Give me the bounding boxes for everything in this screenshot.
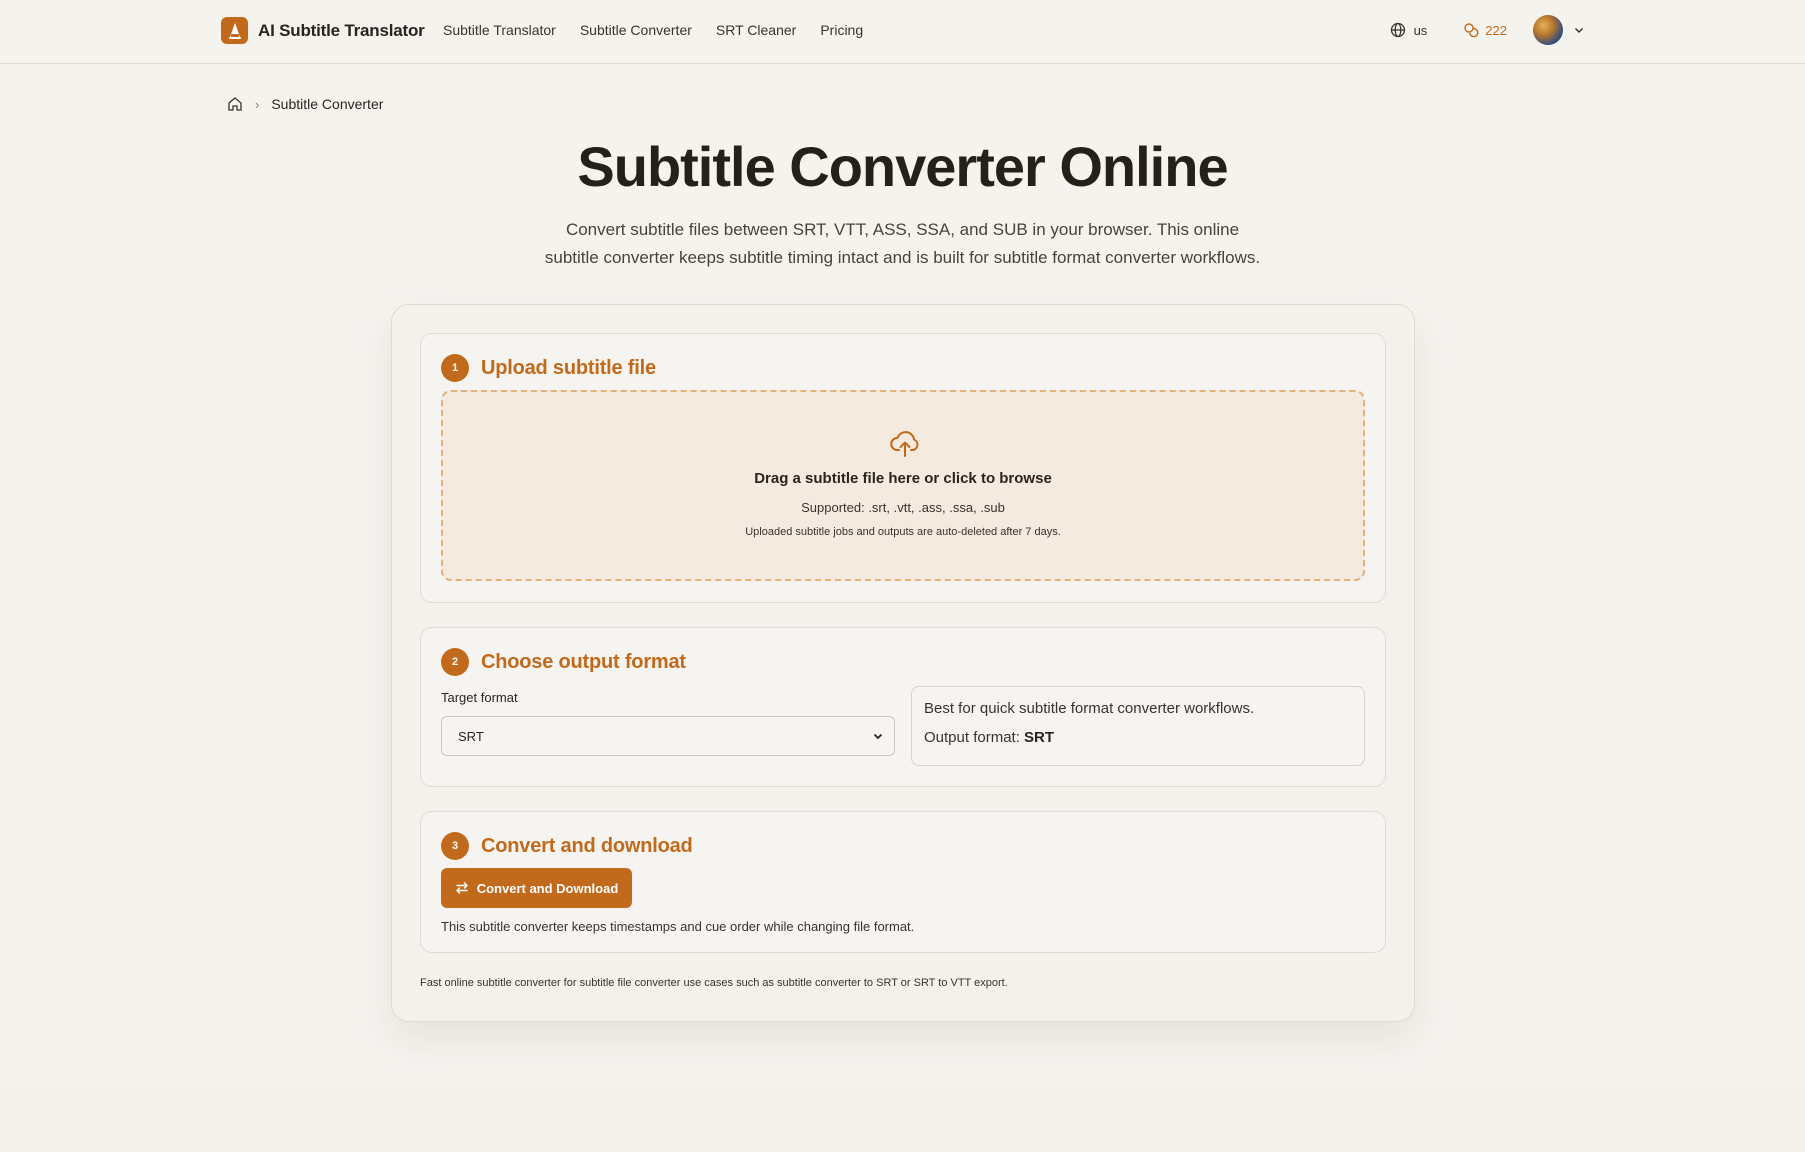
target-format-select[interactable]: SRT bbox=[441, 716, 895, 756]
top-header: AI Subtitle Translator Subtitle Translat… bbox=[0, 0, 1805, 64]
convert-download-button[interactable]: Convert and Download bbox=[441, 868, 632, 908]
breadcrumb-current: Subtitle Converter bbox=[271, 96, 384, 112]
language-selector[interactable]: us bbox=[1390, 22, 1428, 38]
convert-button-label: Convert and Download bbox=[476, 880, 619, 896]
card-footnote: Fast online subtitle converter for subti… bbox=[420, 977, 1008, 989]
format-info-box: Best for quick subtitle format converter… bbox=[911, 686, 1365, 766]
step-convert: 3 Convert and download Convert and Downl… bbox=[420, 811, 1386, 953]
breadcrumb: › Subtitle Converter bbox=[227, 96, 383, 112]
step-upload-header: 1 Upload subtitle file bbox=[441, 354, 656, 382]
convert-note: This subtitle converter keeps timestamps… bbox=[441, 919, 915, 934]
step-convert-header: 3 Convert and download bbox=[441, 832, 693, 860]
chevron-right-icon: › bbox=[255, 96, 260, 112]
format-info-text: Best for quick subtitle format converter… bbox=[924, 700, 1255, 717]
cloud-upload-icon bbox=[890, 431, 919, 457]
page-title: Subtitle Converter Online bbox=[577, 135, 1228, 198]
brand-name: AI Subtitle Translator bbox=[258, 20, 425, 40]
credits-balance[interactable]: 222 bbox=[1463, 22, 1507, 38]
step-title: Choose output format bbox=[481, 650, 686, 673]
step-output-format: 2 Choose output format Target format SRT… bbox=[420, 627, 1386, 787]
nav-pricing[interactable]: Pricing bbox=[820, 22, 863, 38]
language-code: us bbox=[1413, 22, 1428, 38]
step-output-header: 2 Choose output format bbox=[441, 648, 686, 676]
brand[interactable]: AI Subtitle Translator bbox=[221, 17, 425, 44]
coins-icon bbox=[1464, 23, 1479, 38]
output-format-line: Output format: SRT bbox=[924, 729, 1352, 746]
header-right: us 222 bbox=[1390, 15, 1585, 45]
page-subtitle: Convert subtitle files between SRT, VTT,… bbox=[544, 220, 1261, 267]
chevron-down-icon[interactable] bbox=[1573, 24, 1585, 36]
swap-arrows-icon bbox=[455, 882, 468, 894]
step-number: 3 bbox=[441, 832, 469, 860]
globe-icon bbox=[1390, 22, 1405, 38]
step-number: 1 bbox=[441, 354, 469, 382]
step-upload: 1 Upload subtitle file Drag a subtitle f… bbox=[420, 333, 1386, 603]
avatar[interactable] bbox=[1533, 15, 1563, 45]
brand-logo-icon bbox=[221, 17, 248, 44]
selected-format: SRT bbox=[458, 728, 484, 744]
supported-formats: Supported: .srt, .vtt, .ass, .ssa, .sub bbox=[801, 500, 1005, 515]
home-icon[interactable] bbox=[227, 96, 243, 112]
output-format-label: Output format: bbox=[924, 729, 1020, 746]
auto-delete-note: Uploaded subtitle jobs and outputs are a… bbox=[745, 526, 1061, 538]
converter-card: 1 Upload subtitle file Drag a subtitle f… bbox=[391, 304, 1415, 1022]
step-title: Upload subtitle file bbox=[481, 356, 656, 379]
upload-dropzone[interactable]: Drag a subtitle file here or click to br… bbox=[441, 390, 1365, 581]
step-number: 2 bbox=[441, 648, 469, 676]
nav-subtitle-converter[interactable]: Subtitle Converter bbox=[580, 22, 692, 38]
output-format-value: SRT bbox=[1024, 729, 1055, 746]
dropzone-text: Drag a subtitle file here or click to br… bbox=[754, 470, 1052, 487]
bottom-band bbox=[0, 1088, 1805, 1152]
nav-srt-cleaner[interactable]: SRT Cleaner bbox=[716, 22, 796, 38]
chevron-down-icon bbox=[873, 733, 883, 740]
nav-subtitle-translator[interactable]: Subtitle Translator bbox=[443, 22, 556, 38]
credits-count: 222 bbox=[1485, 22, 1507, 38]
main-nav: Subtitle Translator Subtitle Converter S… bbox=[443, 22, 863, 38]
target-format-label: Target format bbox=[441, 690, 518, 705]
step-title: Convert and download bbox=[481, 834, 693, 857]
